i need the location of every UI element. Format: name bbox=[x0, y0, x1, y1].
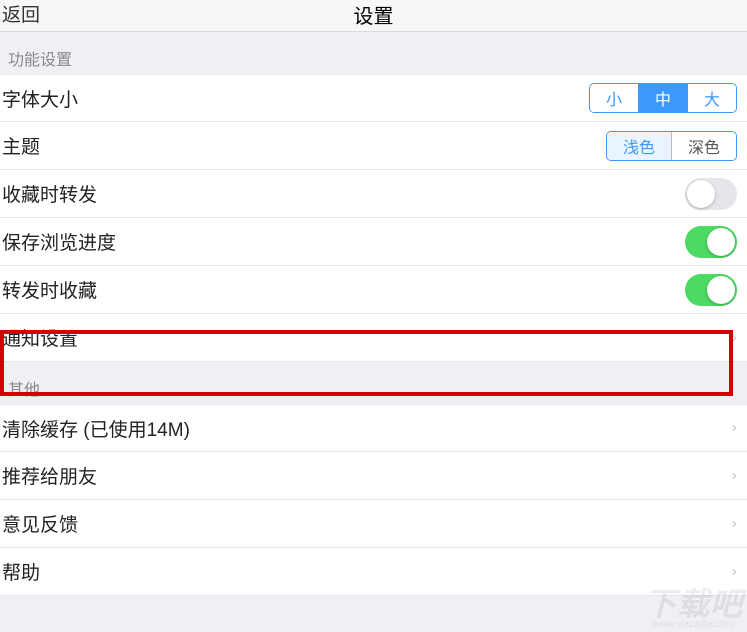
back-button[interactable]: 返回 bbox=[2, 0, 40, 27]
save-progress-toggle[interactable] bbox=[685, 226, 737, 258]
fav-on-forward-toggle[interactable] bbox=[685, 274, 737, 306]
chevron-right-icon: › bbox=[726, 515, 737, 533]
chevron-right-icon: › bbox=[726, 419, 737, 437]
font-size-label: 字体大小 bbox=[2, 85, 589, 112]
section-header-functional: 功能设置 bbox=[0, 32, 747, 74]
font-size-small[interactable]: 小 bbox=[590, 84, 638, 112]
row-save-progress: 保存浏览进度 bbox=[0, 218, 747, 266]
section-header-other: 其他 bbox=[0, 362, 747, 404]
clear-cache-label: 清除缓存 (已使用14M) bbox=[2, 415, 726, 442]
theme-segmented[interactable]: 浅色 深色 bbox=[606, 131, 737, 161]
fav-on-forward-label: 转发时收藏 bbox=[2, 276, 685, 303]
chevron-right-icon: › bbox=[726, 329, 737, 347]
save-progress-label: 保存浏览进度 bbox=[2, 228, 685, 255]
row-theme: 主题 浅色 深色 bbox=[0, 122, 747, 170]
row-notification-settings[interactable]: 通知设置 › bbox=[0, 314, 747, 362]
page-title: 设置 bbox=[354, 0, 394, 29]
font-size-large[interactable]: 大 bbox=[687, 84, 736, 112]
chevron-right-icon: › bbox=[726, 563, 737, 581]
row-fav-on-forward: 转发时收藏 bbox=[0, 266, 747, 314]
theme-light[interactable]: 浅色 bbox=[607, 132, 671, 160]
watermark-url: www.xiazaiba.com bbox=[644, 619, 743, 630]
recommend-label: 推荐给朋友 bbox=[2, 462, 726, 489]
nav-bar: 返回 设置 bbox=[0, 0, 747, 32]
help-label: 帮助 bbox=[2, 558, 726, 585]
forward-on-fav-label: 收藏时转发 bbox=[2, 180, 685, 207]
font-size-segmented[interactable]: 小 中 大 bbox=[589, 83, 737, 113]
row-recommend[interactable]: 推荐给朋友 › bbox=[0, 452, 747, 500]
feedback-label: 意见反馈 bbox=[2, 510, 726, 537]
theme-dark[interactable]: 深色 bbox=[671, 132, 736, 160]
row-font-size: 字体大小 小 中 大 bbox=[0, 74, 747, 122]
notification-settings-label: 通知设置 bbox=[2, 324, 726, 351]
row-feedback[interactable]: 意见反馈 › bbox=[0, 500, 747, 548]
row-help[interactable]: 帮助 › bbox=[0, 548, 747, 596]
row-forward-on-fav: 收藏时转发 bbox=[0, 170, 747, 218]
chevron-right-icon: › bbox=[726, 467, 737, 485]
theme-label: 主题 bbox=[2, 132, 606, 159]
row-clear-cache[interactable]: 清除缓存 (已使用14M) › bbox=[0, 404, 747, 452]
font-size-medium[interactable]: 中 bbox=[638, 84, 687, 112]
forward-on-fav-toggle[interactable] bbox=[685, 178, 737, 210]
